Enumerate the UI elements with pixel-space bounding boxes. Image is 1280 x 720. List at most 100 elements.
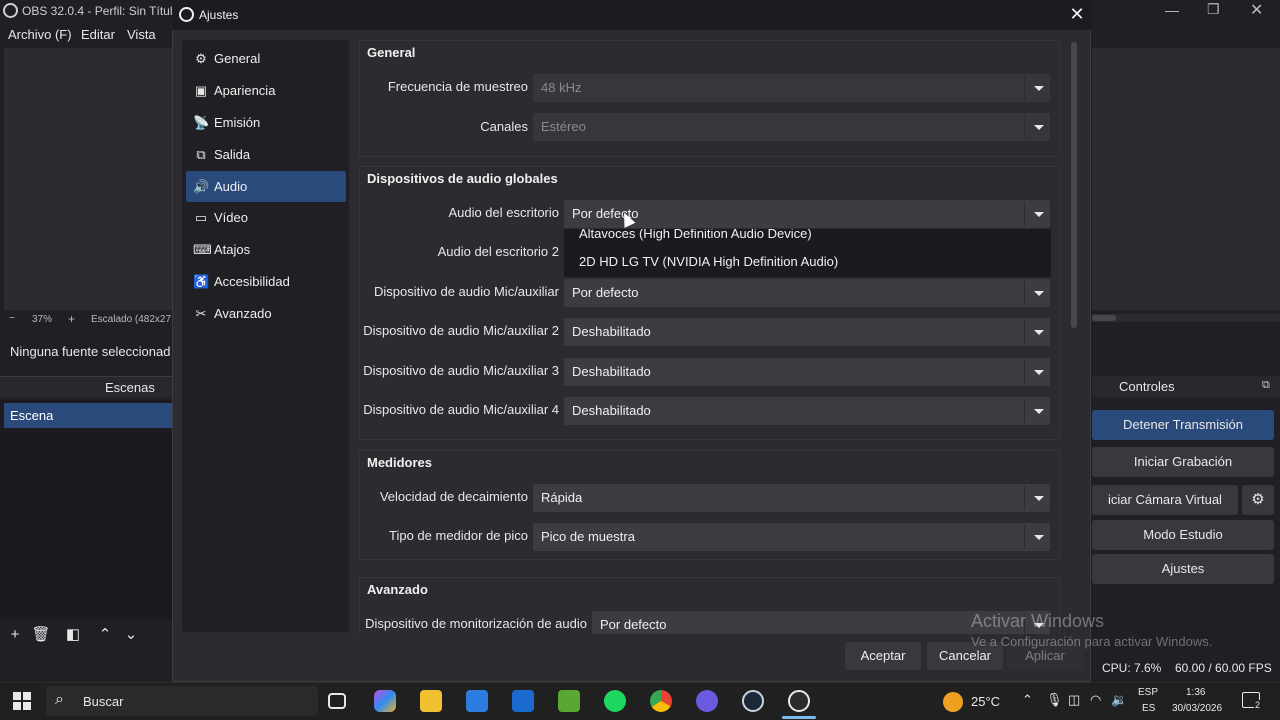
window-close-icon[interactable]: ✕ [1250,0,1263,20]
menu-archivo[interactable]: Archivo (F) [8,27,72,42]
copilot-icon[interactable] [374,690,396,712]
gear-icon: ⚙ [195,51,207,66]
group-advanced: Avanzado Dispositivo de monitorización d… [359,577,1060,634]
taskbar-search[interactable]: ⌕ Buscar [46,686,318,716]
undock-icon[interactable]: ⧉ [1262,379,1270,392]
trash-icon[interactable]: 🗑 [31,624,51,646]
peak-meter-select[interactable]: Pico de muestra [533,523,1050,551]
nav-item-stream[interactable]: 📡 Emisión [186,107,346,138]
volume-icon[interactable]: 🔉 [1111,692,1127,708]
chrome-icon[interactable] [650,690,672,712]
nav-label: Emisión [214,115,261,130]
activation-watermark-sub: Ve a Configuración para activar Windows. [971,634,1213,649]
chevron-down-icon [1024,115,1050,139]
select-value: Deshabilitado [572,403,651,418]
status-bar: CPU: 7.6% 60.00 / 60.00 FPS [1092,656,1280,680]
nav-item-output[interactable]: ⧉ Salida [186,139,346,170]
nav-item-accessibility[interactable]: ♿ Accesibilidad [186,266,346,297]
nav-item-appearance[interactable]: ▣ Apariencia [186,75,346,106]
discord-icon[interactable] [696,690,718,712]
desktop-audio-select[interactable]: Por defecto [564,200,1050,228]
speaker-icon: 🔊 [193,179,210,194]
outlook-icon[interactable] [512,690,534,712]
clock-date[interactable]: 30/03/2026 [1172,703,1222,714]
group-title: General [367,45,416,60]
start-recording-button[interactable]: Iniciar Grabación [1092,447,1274,477]
mic-3-label: Dispositivo de audio Mic/auxiliar 3 [363,363,559,378]
select-value: Por defecto [572,285,639,300]
nav-item-advanced[interactable]: ✂ Avanzado [186,298,346,329]
nav-item-general[interactable]: ⚙ General [186,43,346,74]
dropdown-option[interactable]: 2D HD LG TV (NVIDIA High Definition Audi… [579,254,838,269]
settings-content: General Frecuencia de muestreo 48 kHz Ca… [356,40,1067,634]
nav-label: Accesibilidad [214,274,290,289]
scroll-thumb[interactable] [1092,315,1116,321]
spotify-icon[interactable] [604,690,626,712]
nav-item-hotkeys[interactable]: ⌨ Atajos [186,234,346,265]
chevron-down-icon [1024,281,1050,305]
zoom-level: 37% [32,314,53,325]
clock-time[interactable]: 1:36 [1186,687,1205,698]
chevron-down-icon [1024,202,1050,226]
camera-icon[interactable]: ◫ [1068,692,1080,708]
weather-icon[interactable] [943,692,963,712]
preview-scrollbar[interactable] [1092,314,1280,322]
language-indicator[interactable]: ESP [1138,687,1158,698]
settings-button[interactable]: Ajustes [1092,554,1274,584]
cpu-usage: CPU: 7.6% [1102,661,1162,675]
mic-3-select[interactable]: Deshabilitado [564,358,1050,386]
no-source-label: Ninguna fuente seleccionad [10,344,171,359]
ok-button[interactable]: Aceptar [845,642,921,670]
obs-taskbar-icon[interactable] [788,690,810,712]
nav-item-audio[interactable]: 🔊 Audio [186,171,346,202]
stop-stream-button[interactable]: Detener Transmisión [1092,410,1274,440]
group-title: Avanzado [367,582,428,597]
mic-select[interactable]: Por defecto [564,279,1050,307]
channels-select[interactable]: Estéreo [533,113,1050,141]
nav-item-video[interactable]: ▭ Vídeo [186,202,346,233]
nav-label: Apariencia [214,83,276,98]
arrow-down-icon[interactable]: ⌄ [121,624,141,646]
microphone-icon[interactable]: 🎙 [1046,692,1063,708]
scenes-list [0,400,172,620]
nav-label: Salida [214,147,251,162]
minimize-icon[interactable]: — [1165,2,1179,18]
nav-label: Avanzado [214,306,272,321]
menu-editar[interactable]: Editar [81,27,115,42]
minecraft-icon[interactable] [558,690,580,712]
keyboard-icon: ⌨ [193,242,212,257]
arrow-up-icon[interactable]: ⌃ [95,624,115,646]
decay-select[interactable]: Rápida [533,484,1050,512]
fps-readout: 60.00 / 60.00 FPS [1175,661,1272,675]
zoom-in-icon[interactable]: + [68,312,75,326]
preview-area [4,48,172,310]
add-icon[interactable]: + [5,624,25,646]
gear-icon[interactable]: ⚙ [1242,485,1274,515]
menu-vista[interactable]: Vista [127,27,156,42]
steam-icon[interactable] [742,690,764,712]
close-icon[interactable]: ✕ [1066,3,1088,25]
select-value: Por defecto [600,617,667,632]
chevron-down-icon [1024,76,1050,100]
file-explorer-icon[interactable] [420,690,442,712]
filter-icon[interactable]: ◧ [63,624,83,646]
maximize-icon[interactable]: ❐ [1207,1,1220,18]
store-icon[interactable] [466,690,488,712]
mic-4-select[interactable]: Deshabilitado [564,397,1050,425]
sample-rate-select[interactable]: 48 kHz [533,74,1050,102]
scrollbar-thumb[interactable] [1071,42,1077,328]
task-view-icon[interactable] [328,693,346,709]
virtual-camera-button[interactable]: iciar Cámara Virtual [1092,485,1238,515]
group-general: General Frecuencia de muestreo 48 kHz Ca… [359,40,1060,157]
studio-mode-button[interactable]: Modo Estudio [1092,520,1274,550]
dropdown-option[interactable]: Altavoces (High Definition Audio Device) [579,229,812,241]
windows-start-icon[interactable] [13,692,31,710]
zoom-out-icon[interactable]: − [9,313,15,324]
scene-item[interactable]: Escena [4,403,172,428]
peak-meter-label: Tipo de medidor de pico [389,528,528,543]
chevron-down-icon [1024,399,1050,423]
chevron-up-icon[interactable]: ⌃ [1022,692,1033,708]
mic-2-select[interactable]: Deshabilitado [564,318,1050,346]
search-icon: ⌕ [55,691,64,708]
network-icon[interactable]: ◠ [1090,692,1101,708]
